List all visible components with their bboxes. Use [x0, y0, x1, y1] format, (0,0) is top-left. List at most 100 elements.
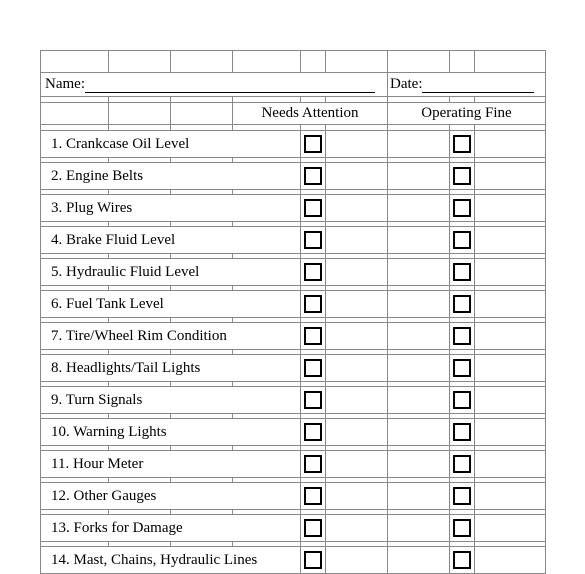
checkbox-icon[interactable]: [453, 359, 471, 377]
checkbox-icon[interactable]: [304, 423, 322, 441]
spacer-cell: [475, 195, 546, 222]
checkbox-icon[interactable]: [453, 551, 471, 569]
spacer-cell: [388, 451, 450, 478]
item-label: 8. Headlights/Tail Lights: [41, 355, 301, 382]
needs-attention-checkbox-cell[interactable]: [301, 131, 326, 158]
operating-fine-checkbox-cell[interactable]: [450, 131, 475, 158]
spacer-cell: [475, 419, 546, 446]
checklist-item-row: 12. Other Gauges: [41, 483, 546, 510]
operating-fine-checkbox-cell[interactable]: [450, 515, 475, 542]
needs-attention-checkbox-cell[interactable]: [301, 259, 326, 286]
checkbox-icon[interactable]: [453, 391, 471, 409]
checkbox-icon[interactable]: [304, 327, 322, 345]
item-label: 13. Forks for Damage: [41, 515, 301, 542]
checklist-item-row: 10. Warning Lights: [41, 419, 546, 446]
top-blank-row: [41, 51, 546, 73]
operating-fine-checkbox-cell[interactable]: [450, 195, 475, 222]
operating-fine-checkbox-cell[interactable]: [450, 227, 475, 254]
operating-fine-checkbox-cell[interactable]: [450, 291, 475, 318]
operating-fine-checkbox-cell[interactable]: [450, 547, 475, 574]
date-field-cell[interactable]: Date:: [388, 73, 546, 97]
spacer-cell: [326, 227, 388, 254]
checkbox-icon[interactable]: [453, 295, 471, 313]
checkbox-icon[interactable]: [453, 423, 471, 441]
header-needs-attention: Needs Attention: [233, 103, 388, 125]
needs-attention-checkbox-cell[interactable]: [301, 291, 326, 318]
checkbox-icon[interactable]: [304, 391, 322, 409]
needs-attention-checkbox-cell[interactable]: [301, 227, 326, 254]
spacer-cell: [326, 355, 388, 382]
item-label: 10. Warning Lights: [41, 419, 301, 446]
spacer-cell: [475, 355, 546, 382]
date-line[interactable]: [422, 79, 534, 93]
needs-attention-checkbox-cell[interactable]: [301, 163, 326, 190]
spacer-cell: [475, 387, 546, 414]
checkbox-icon[interactable]: [304, 263, 322, 281]
checkbox-icon[interactable]: [304, 167, 322, 185]
operating-fine-checkbox-cell[interactable]: [450, 483, 475, 510]
needs-attention-checkbox-cell[interactable]: [301, 451, 326, 478]
operating-fine-checkbox-cell[interactable]: [450, 419, 475, 446]
operating-fine-checkbox-cell[interactable]: [450, 355, 475, 382]
operating-fine-checkbox-cell[interactable]: [450, 387, 475, 414]
spacer-cell: [326, 259, 388, 286]
checklist-item-row: 7. Tire/Wheel Rim Condition: [41, 323, 546, 350]
operating-fine-checkbox-cell[interactable]: [450, 163, 475, 190]
checklist-item-row: 1. Crankcase Oil Level: [41, 131, 546, 158]
checkbox-icon[interactable]: [304, 551, 322, 569]
spacer-cell: [388, 195, 450, 222]
spacer-cell: [475, 131, 546, 158]
needs-attention-checkbox-cell[interactable]: [301, 419, 326, 446]
checkbox-icon[interactable]: [453, 263, 471, 281]
spacer-cell: [475, 163, 546, 190]
needs-attention-checkbox-cell[interactable]: [301, 355, 326, 382]
item-label: 2. Engine Belts: [41, 163, 301, 190]
spacer-cell: [326, 131, 388, 158]
needs-attention-checkbox-cell[interactable]: [301, 515, 326, 542]
checkbox-icon[interactable]: [453, 487, 471, 505]
spacer-cell: [388, 419, 450, 446]
needs-attention-checkbox-cell[interactable]: [301, 547, 326, 574]
needs-attention-checkbox-cell[interactable]: [301, 323, 326, 350]
checkbox-icon[interactable]: [453, 135, 471, 153]
operating-fine-checkbox-cell[interactable]: [450, 259, 475, 286]
checkbox-icon[interactable]: [453, 519, 471, 537]
checklist-item-row: 6. Fuel Tank Level: [41, 291, 546, 318]
date-label: Date:: [390, 76, 422, 92]
name-line[interactable]: [85, 79, 375, 93]
checkbox-icon[interactable]: [453, 327, 471, 345]
item-label: 3. Plug Wires: [41, 195, 301, 222]
checkbox-icon[interactable]: [304, 359, 322, 377]
needs-attention-checkbox-cell[interactable]: [301, 195, 326, 222]
header-operating-fine: Operating Fine: [388, 103, 546, 125]
name-field-cell[interactable]: Name:: [41, 73, 388, 97]
checkbox-icon[interactable]: [304, 295, 322, 313]
spacer-cell: [326, 163, 388, 190]
checkbox-icon[interactable]: [453, 199, 471, 217]
checkbox-icon[interactable]: [304, 455, 322, 473]
spacer-cell: [388, 515, 450, 542]
checklist-item-row: 11. Hour Meter: [41, 451, 546, 478]
needs-attention-checkbox-cell[interactable]: [301, 483, 326, 510]
operating-fine-checkbox-cell[interactable]: [450, 451, 475, 478]
checkbox-icon[interactable]: [304, 135, 322, 153]
name-date-row: Name: Date:: [41, 73, 546, 97]
item-label: 4. Brake Fluid Level: [41, 227, 301, 254]
checkbox-icon[interactable]: [453, 167, 471, 185]
checkbox-icon[interactable]: [304, 487, 322, 505]
checkbox-icon[interactable]: [304, 231, 322, 249]
item-label: 5. Hydraulic Fluid Level: [41, 259, 301, 286]
checklist-sheet: Name: Date: Needs Attention Operating Fi…: [40, 50, 545, 574]
item-label: 9. Turn Signals: [41, 387, 301, 414]
spacer-cell: [326, 451, 388, 478]
checkbox-icon[interactable]: [453, 231, 471, 249]
item-label: 7. Tire/Wheel Rim Condition: [41, 323, 301, 350]
checkbox-icon[interactable]: [304, 199, 322, 217]
needs-attention-checkbox-cell[interactable]: [301, 387, 326, 414]
operating-fine-checkbox-cell[interactable]: [450, 323, 475, 350]
checkbox-icon[interactable]: [453, 455, 471, 473]
checklist-table: Name: Date: Needs Attention Operating Fi…: [40, 50, 546, 574]
checklist-item-row: 14. Mast, Chains, Hydraulic Lines: [41, 547, 546, 574]
checkbox-icon[interactable]: [304, 519, 322, 537]
item-label: 1. Crankcase Oil Level: [41, 131, 301, 158]
